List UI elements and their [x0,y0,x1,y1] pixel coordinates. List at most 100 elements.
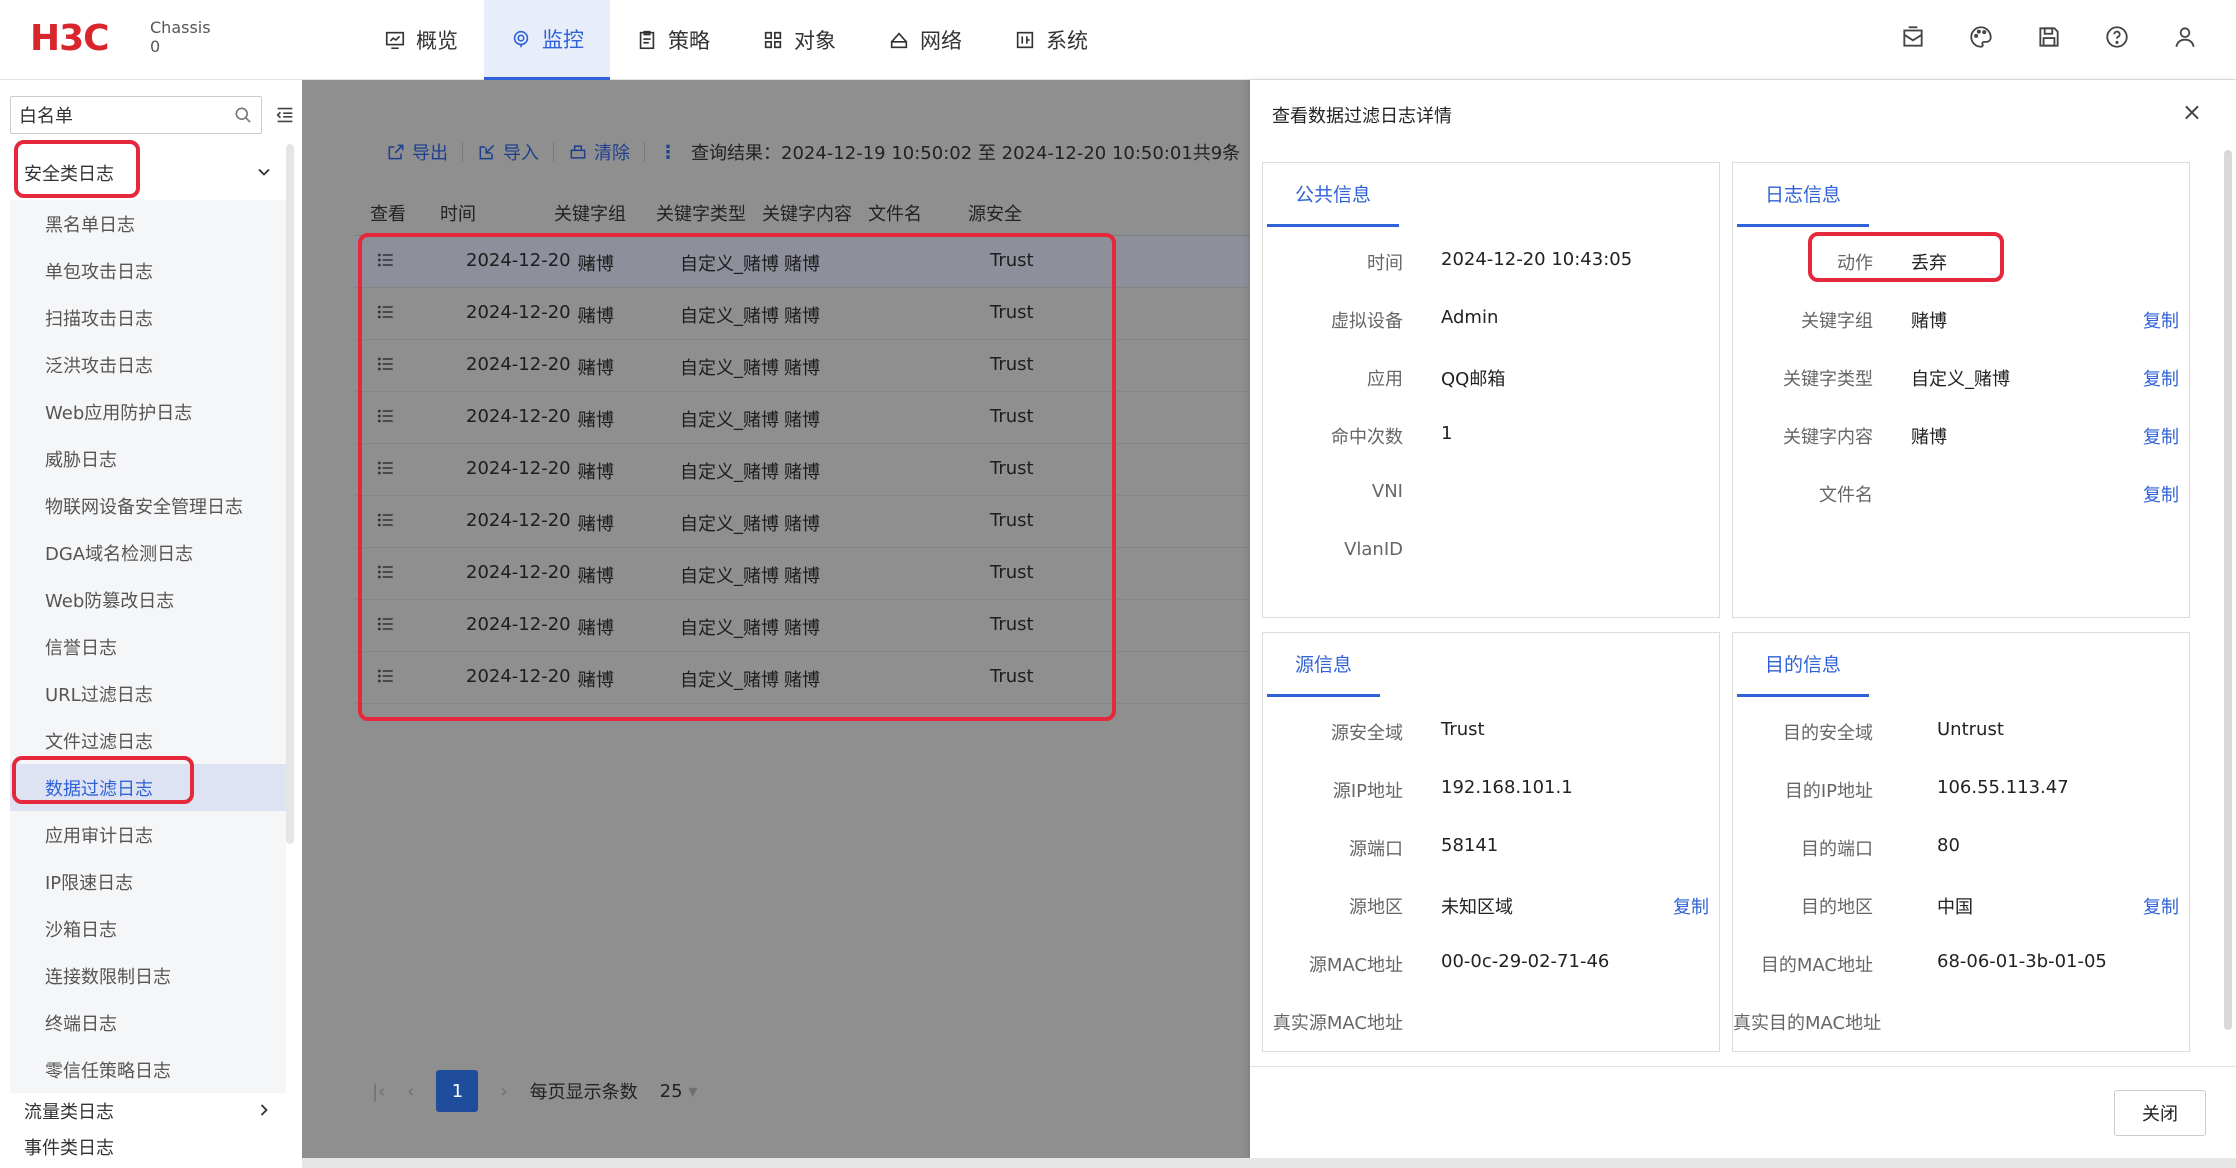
copy-link[interactable]: 复制 [1673,893,1709,919]
view-detail-icon[interactable] [376,302,396,327]
nav-policy[interactable]: 策略 [610,0,736,80]
field-label: 关键字类型 [1783,369,1873,390]
sidebar-item[interactable]: 泛洪攻击日志 [10,341,286,388]
table-row[interactable]: 2024-12-20 ... 赌博 自定义_赌博 赌博 Trust [354,392,1250,444]
sidebar-item[interactable]: 扫描攻击日志 [10,294,286,341]
view-detail-icon[interactable] [376,354,396,379]
nav-overview[interactable]: 概览 [358,0,484,80]
col-view[interactable]: 查看 [370,200,406,226]
table-row[interactable]: 2024-12-20 ... 赌博 自定义_赌博 赌博 Trust [354,652,1250,704]
col-filename[interactable]: 文件名 [868,200,922,226]
sidebar-item[interactable]: Web应用防护日志 [10,388,286,435]
copy-link[interactable]: 复制 [2143,307,2179,333]
nav-system[interactable]: 系统 [988,0,1114,80]
next-page-icon[interactable]: › [500,1081,507,1102]
help-icon[interactable] [2102,22,2132,52]
sidebar-item[interactable]: 物联网设备安全管理日志 [10,482,286,529]
table-row[interactable]: 2024-12-20 ... 赌博 自定义_赌博 赌博 Trust [354,600,1250,652]
table-row[interactable]: 2024-12-20 ... 赌博 自定义_赌博 赌博 Trust [354,340,1250,392]
copy-link[interactable]: 复制 [2143,481,2179,507]
sidebar-item[interactable]: 数据过滤日志 [10,764,286,811]
brand-logo[interactable]: H3C [30,18,110,59]
view-detail-icon[interactable] [376,666,396,691]
horizontal-scrollbar[interactable] [302,1158,2236,1168]
nav-object[interactable]: 对象 [736,0,862,80]
nav-network[interactable]: 网络 [862,0,988,80]
copy-link[interactable]: 复制 [2143,365,2179,391]
field-value: 中国 [1937,897,1973,918]
sidebar-item[interactable]: 沙箱日志 [10,905,286,952]
table-row[interactable]: 2024-12-20 ... 赌博 自定义_赌博 赌博 Trust [354,236,1250,288]
cell-keyword-type: 自定义_赌博 [680,358,779,379]
field-label: 时间 [1367,253,1403,274]
col-keyword-content[interactable]: 关键字内容 [762,200,852,226]
mailbox-icon[interactable] [1898,22,1928,52]
sidebar-item[interactable]: 信誉日志 [10,623,286,670]
palette-icon[interactable] [1966,22,1996,52]
header-tools [1898,22,2200,52]
first-page-icon[interactable]: |‹ [372,1081,385,1102]
sidebar-item[interactable]: 黑名单日志 [10,200,286,247]
sidebar-search[interactable]: 白名单 [10,96,262,134]
more-menu-button[interactable]: ⋮ [645,142,691,163]
sidebar-item[interactable]: DGA域名检测日志 [10,529,286,576]
view-detail-icon[interactable] [376,250,396,275]
sidebar-item[interactable]: 零信任策略日志 [10,1046,286,1093]
panel-public-title: 公共信息 [1267,163,1400,227]
group-event-logs[interactable]: 事件类日志 [10,1134,286,1164]
save-icon[interactable] [2034,22,2064,52]
view-detail-icon[interactable] [376,458,396,483]
field-label: 源MAC地址 [1308,955,1403,976]
view-detail-icon[interactable] [376,614,396,639]
close-icon[interactable]: × [2182,98,2202,126]
sidebar-scrollbar[interactable] [286,144,294,844]
cell-keyword-content: 赌博 [784,618,820,639]
table-row[interactable]: 2024-12-20 ... 赌博 自定义_赌博 赌博 Trust [354,496,1250,548]
drawer-title: 查看数据过滤日志详情 [1272,106,1452,127]
field-label: 动作 [1837,253,1873,274]
field-label: 真实目的MAC地址 [1733,1013,1882,1034]
per-page-select[interactable]: 25 ▾ [660,1081,698,1102]
view-detail-icon[interactable] [376,406,396,431]
sidebar-item[interactable]: Web防篡改日志 [10,576,286,623]
table-row[interactable]: 2024-12-20 ... 赌博 自定义_赌博 赌博 Trust [354,444,1250,496]
drawer-scrollbar[interactable] [2224,150,2232,1030]
field-label: 目的安全域 [1783,723,1873,744]
page-current[interactable]: 1 [436,1070,479,1112]
copy-link[interactable]: 复制 [2143,893,2179,919]
sidebar-item[interactable]: IP限速日志 [10,858,286,905]
sidebar-item[interactable]: 文件过滤日志 [10,717,286,764]
copy-link[interactable]: 复制 [2143,423,2179,449]
import-button[interactable]: 导入 [463,139,553,165]
export-button[interactable]: 导出 [372,139,462,165]
group-traffic-logs[interactable]: 流量类日志 [10,1088,286,1134]
table-row[interactable]: 2024-12-20 ... 赌博 自定义_赌博 赌博 Trust [354,288,1250,340]
sidebar-item[interactable]: 连接数限制日志 [10,952,286,999]
field-label: VNI [1371,481,1403,502]
sidebar-item[interactable]: 单包攻击日志 [10,247,286,294]
nav-monitor[interactable]: 监控 [484,0,610,80]
sidebar-item[interactable]: 应用审计日志 [10,811,286,858]
col-keyword-type[interactable]: 关键字类型 [656,200,746,226]
col-src-zone[interactable]: 源安全 [968,200,1022,226]
prev-page-icon[interactable]: ‹ [407,1081,414,1102]
view-detail-icon[interactable] [376,562,396,587]
close-button[interactable]: 关闭 [2114,1090,2206,1136]
col-time[interactable]: 时间 [440,200,476,226]
view-detail-icon[interactable] [376,510,396,535]
col-keyword-group[interactable]: 关键字组 [554,200,626,226]
nav-object-label: 对象 [794,29,836,53]
sidebar-item[interactable]: 终端日志 [10,999,286,1046]
cell-keyword-type: 自定义_赌博 [680,410,779,431]
search-icon[interactable] [233,105,253,125]
search-input[interactable]: 白名单 [19,102,233,128]
collapse-menu-icon[interactable] [274,104,296,126]
cell-time: 2024-12-20 ... [466,354,594,375]
table-row[interactable]: 2024-12-20 ... 赌博 自定义_赌博 赌博 Trust [354,548,1250,600]
sidebar-item[interactable]: 威胁日志 [10,435,286,482]
sidebar-item[interactable]: URL过滤日志 [10,670,286,717]
clear-button[interactable]: 清除 [554,139,644,165]
group-security-logs[interactable]: 安全类日志 [10,150,286,196]
cell-src-zone: Trust [990,458,1034,479]
user-icon[interactable] [2170,22,2200,52]
